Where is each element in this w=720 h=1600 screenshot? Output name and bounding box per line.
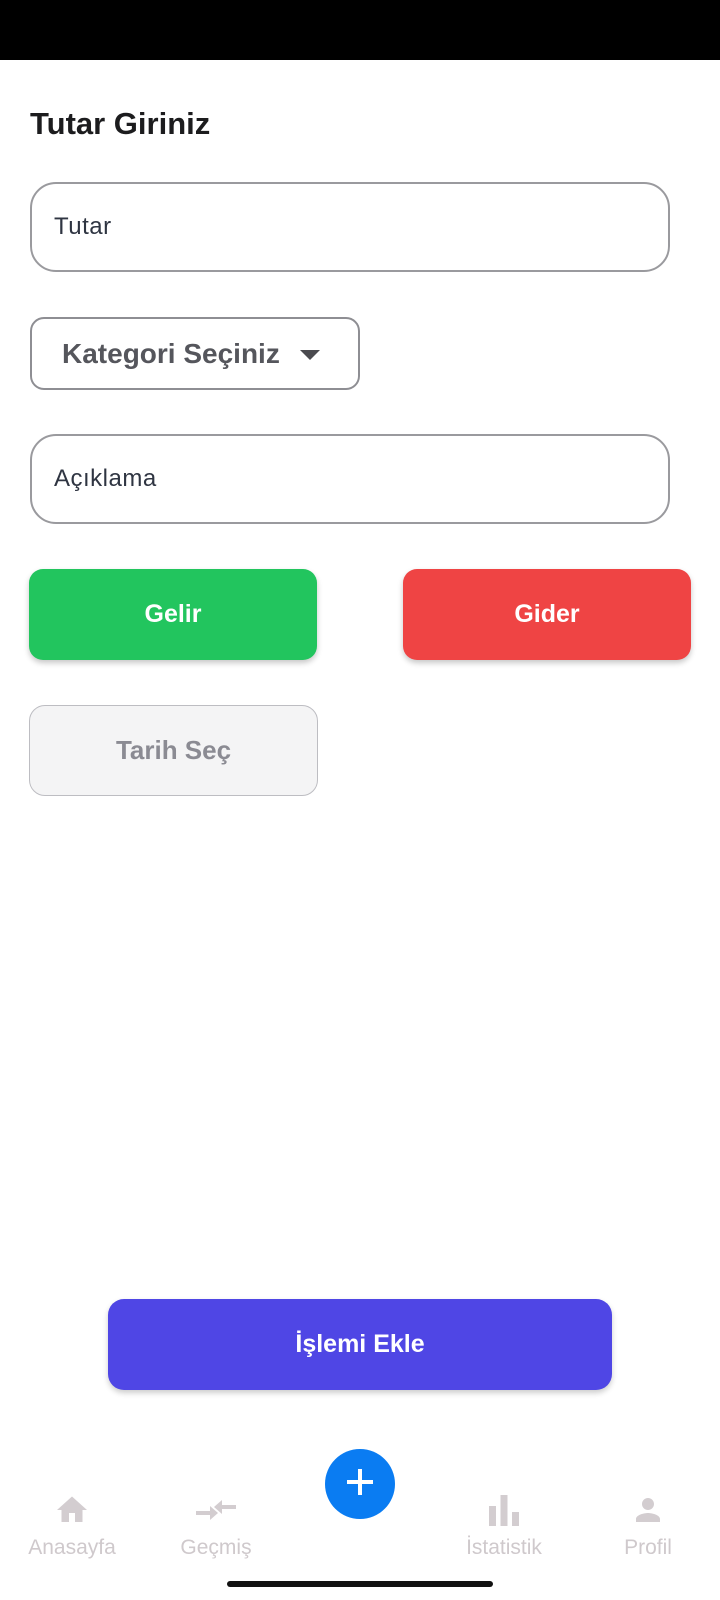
nav-label-home: Anasayfa: [28, 1536, 116, 1559]
home-icon: [50, 1490, 94, 1530]
amount-input[interactable]: [32, 184, 668, 270]
date-picker-button[interactable]: Tarih Seç: [29, 705, 318, 796]
nav-item-history[interactable]: Geçmiş: [146, 1490, 286, 1560]
status-bar: [0, 0, 720, 60]
category-dropdown[interactable]: Kategori Seçiniz: [30, 317, 360, 390]
description-field[interactable]: [30, 434, 670, 524]
add-transaction-button[interactable]: İşlemi Ekle: [108, 1299, 612, 1390]
category-dropdown-label: Kategori Seçiniz: [62, 337, 280, 369]
amount-field[interactable]: [30, 182, 670, 272]
income-button[interactable]: Gelir: [29, 569, 317, 660]
nav-label-history: Geçmiş: [180, 1536, 252, 1559]
swap-arrows-icon: [194, 1490, 238, 1530]
nav-item-statistics[interactable]: İstatistik: [434, 1490, 574, 1560]
nav-label-profile: Profil: [624, 1536, 672, 1559]
nav-label-statistics: İstatistik: [466, 1536, 542, 1559]
person-icon: [626, 1490, 670, 1530]
nav-item-profile[interactable]: Profil: [578, 1490, 718, 1560]
description-input[interactable]: [32, 436, 668, 522]
expense-button[interactable]: Gider: [403, 569, 691, 660]
plus-icon: [344, 1466, 376, 1503]
bar-chart-icon: [482, 1490, 526, 1530]
dropdown-arrow-icon: [299, 349, 320, 360]
add-fab-button[interactable]: [325, 1449, 395, 1519]
nav-item-home[interactable]: Anasayfa: [2, 1490, 142, 1560]
home-indicator: [227, 1581, 493, 1587]
add-transaction-screen: Tutar Giriniz Kategori Seçiniz Gelir Gid…: [0, 0, 720, 1600]
page-title: Tutar Giriniz: [30, 106, 211, 141]
